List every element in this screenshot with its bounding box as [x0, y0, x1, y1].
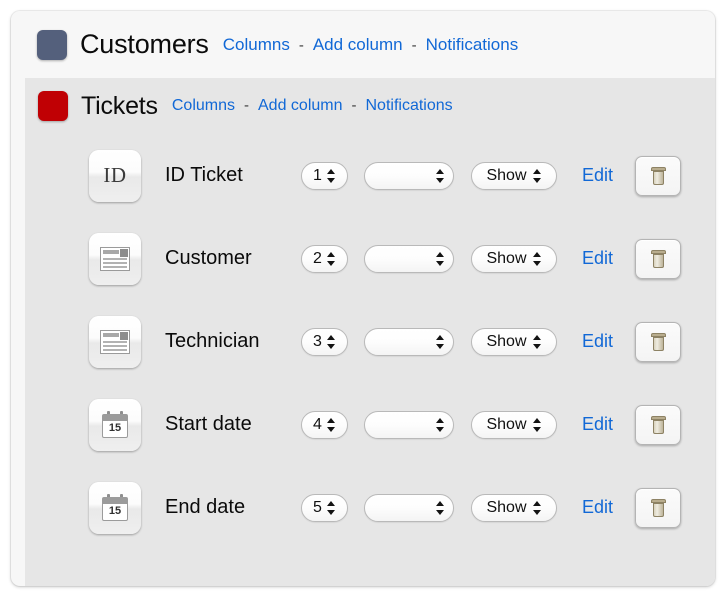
column-type-select[interactable] [364, 410, 454, 439]
updown-arrows-icon [326, 168, 336, 184]
column-type-select[interactable] [364, 244, 454, 273]
column-row: 15 End date 5 Show Edit [25, 466, 715, 549]
columns-settings-card: Customers Columns - Add column - Notific… [11, 11, 715, 586]
edit-link[interactable]: Edit [582, 414, 613, 435]
column-row: Customer 2 Show Edit [25, 217, 715, 300]
id-icon: ID [89, 149, 141, 202]
column-type-select[interactable] [364, 493, 454, 522]
add-column-link-customers[interactable]: Add column [313, 35, 403, 55]
trash-icon [650, 498, 666, 517]
column-row: Technician 3 Show Edit [25, 300, 715, 383]
group-title-customers: Customers [80, 29, 209, 59]
column-order-value: 5 [313, 498, 322, 516]
column-name: ID Ticket [165, 164, 243, 186]
updown-arrows-icon [326, 251, 336, 267]
column-visibility-select[interactable]: Show [471, 493, 557, 522]
column-order-value: 2 [313, 249, 322, 267]
column-visibility-value: Show [486, 249, 527, 267]
group-header-customers: Customers Columns - Add column - Notific… [11, 11, 715, 78]
updown-arrows-icon [436, 168, 445, 184]
updown-arrows-icon [326, 334, 336, 350]
column-visibility-select[interactable]: Show [471, 327, 557, 356]
column-name: Customer [165, 247, 252, 269]
column-row: ID ID Ticket 1 Show Edit [25, 134, 715, 217]
delete-button[interactable] [635, 487, 682, 528]
group-links-customers: Columns - Add column - Notifications [223, 35, 518, 55]
edit-link[interactable]: Edit [582, 497, 613, 518]
column-visibility-value: Show [486, 498, 527, 516]
column-order-value: 3 [313, 332, 322, 350]
id-icon-label: ID [103, 163, 127, 187]
column-name: Technician [165, 330, 260, 352]
edit-link[interactable]: Edit [582, 165, 613, 186]
updown-arrows-icon [436, 417, 445, 433]
column-type-select[interactable] [364, 161, 454, 190]
calendar-glyph: 15 [101, 410, 129, 439]
group-panel-tickets: Tickets Columns - Add column - Notificat… [25, 78, 715, 586]
columns-link-customers[interactable]: Columns [223, 35, 290, 55]
trash-icon [650, 332, 666, 351]
notifications-link-customers[interactable]: Notifications [426, 35, 519, 55]
column-order-select[interactable]: 1 [301, 161, 348, 190]
updown-arrows-icon [436, 500, 445, 516]
text-document-icon [89, 232, 141, 285]
updown-arrows-icon [532, 168, 542, 184]
updown-arrows-icon [532, 251, 542, 267]
column-order-select[interactable]: 5 [301, 493, 348, 522]
calendar-glyph: 15 [101, 493, 129, 522]
calendar-icon: 15 [89, 398, 141, 451]
edit-link[interactable]: Edit [582, 331, 613, 352]
column-visibility-select[interactable]: Show [471, 410, 557, 439]
text-document-glyph [100, 329, 130, 354]
link-separator: - [244, 97, 249, 114]
calendar-day-label: 15 [108, 505, 122, 517]
column-list: ID ID Ticket 1 Show Edit Customer 2 Show… [25, 134, 715, 549]
trash-icon [650, 166, 666, 185]
column-visibility-select[interactable]: Show [471, 244, 557, 273]
link-separator: - [351, 97, 357, 114]
column-order-value: 1 [313, 166, 322, 184]
updown-arrows-icon [532, 417, 542, 433]
text-document-icon [89, 315, 141, 368]
edit-link[interactable]: Edit [582, 248, 613, 269]
text-document-glyph [100, 246, 130, 271]
column-type-select[interactable] [364, 327, 454, 356]
calendar-icon: 15 [89, 481, 141, 534]
updown-arrows-icon [326, 417, 336, 433]
column-order-select[interactable]: 2 [301, 244, 348, 273]
delete-button[interactable] [635, 404, 682, 445]
column-visibility-value: Show [486, 332, 527, 350]
group-badge-icon-customers [37, 29, 67, 60]
updown-arrows-icon [436, 251, 445, 267]
group-header-tickets: Tickets Columns - Add column - Notificat… [25, 78, 715, 134]
column-visibility-value: Show [486, 166, 527, 184]
link-separator: - [298, 36, 304, 54]
calendar-day-label: 15 [108, 422, 122, 434]
updown-arrows-icon [326, 500, 336, 516]
group-badge-icon-tickets [38, 91, 68, 121]
trash-icon [650, 415, 666, 434]
column-order-select[interactable]: 3 [301, 327, 348, 356]
group-links-tickets: Columns - Add column - Notifications [172, 97, 453, 115]
app-canvas: Customers Columns - Add column - Notific… [0, 0, 726, 597]
delete-button[interactable] [635, 155, 682, 196]
column-visibility-value: Show [486, 415, 527, 433]
link-separator: - [411, 36, 417, 54]
column-order-select[interactable]: 4 [301, 410, 348, 439]
columns-link-tickets[interactable]: Columns [172, 97, 235, 115]
updown-arrows-icon [532, 334, 542, 350]
notifications-link-tickets[interactable]: Notifications [366, 97, 453, 115]
column-visibility-select[interactable]: Show [471, 161, 557, 190]
delete-button[interactable] [635, 238, 682, 279]
updown-arrows-icon [532, 500, 542, 516]
trash-icon [650, 249, 666, 268]
column-name: End date [165, 496, 246, 518]
column-order-value: 4 [313, 415, 322, 433]
delete-button[interactable] [635, 321, 682, 362]
group-title-tickets: Tickets [81, 91, 158, 120]
add-column-link-tickets[interactable]: Add column [258, 97, 343, 115]
column-name: Start date [165, 413, 252, 435]
updown-arrows-icon [436, 334, 445, 350]
column-row: 15 Start date 4 Show Edit [25, 383, 715, 466]
